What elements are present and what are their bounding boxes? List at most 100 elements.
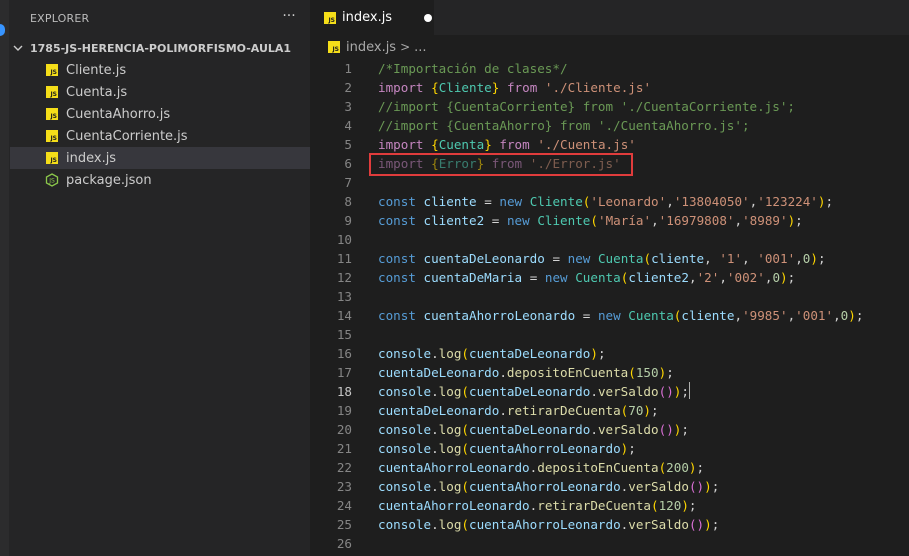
js-file-icon: JS: [324, 11, 336, 24]
code-line[interactable]: 19 cuentaDeLeonardo.retirarDeCuenta(70);: [310, 401, 909, 420]
code-line[interactable]: 22 cuentaAhorroLeonardo.depositoEnCuenta(…: [310, 458, 909, 477]
code-line[interactable]: 11 const cuentaDeLeonardo = new Cuenta(cl…: [310, 249, 909, 268]
code-line[interactable]: 3 //import {CuentaCorriente} from './Cuen…: [310, 97, 909, 116]
file-item-cliente[interactable]: JS Cliente.js: [10, 59, 310, 81]
explorer-title: EXPLORER: [30, 12, 90, 25]
line-number: 26: [336, 536, 352, 551]
code-line[interactable]: 26: [310, 534, 909, 553]
code-text: const cuentaDeLeonardo = new Cuenta(clie…: [378, 251, 826, 266]
code-text: console.log(cuentaDeLeonardo);: [378, 346, 606, 361]
code-line[interactable]: 18 console.log(cuentaDeLeonardo.verSaldo(…: [310, 382, 909, 401]
file-item-cuenta-corriente[interactable]: JS CuentaCorriente.js: [10, 125, 310, 147]
tab-bar: JS index.js: [310, 0, 909, 35]
js-file-icon: JS: [46, 108, 58, 120]
code-text: //import {CuentaCorriente} from './Cuent…: [378, 99, 796, 114]
line-number: 21: [336, 441, 352, 456]
code-text: cuentaDeLeonardo.retirarDeCuenta(70);: [378, 403, 659, 418]
code-line[interactable]: 17 cuentaDeLeonardo.depositoEnCuenta(150)…: [310, 363, 909, 382]
code-line[interactable]: 21 console.log(cuentaAhorroLeonardo);: [310, 439, 909, 458]
more-actions-icon[interactable]: ···: [279, 6, 299, 26]
line-number: 16: [336, 346, 352, 361]
code-text: const cuentaAhorroLeonardo = new Cuenta(…: [378, 308, 864, 323]
code-line[interactable]: 16 console.log(cuentaDeLeonardo);: [310, 344, 909, 363]
code-text: const cliente2 = new Cliente('María','16…: [378, 213, 803, 228]
code-line[interactable]: 25 console.log(cuentaAhorroLeonardo.verSa…: [310, 515, 909, 534]
breadcrumb-symbols[interactable]: ...: [414, 40, 426, 55]
code-line[interactable]: 4 //import {CuentaAhorro} from './CuentaA…: [310, 116, 909, 135]
code-line[interactable]: 2 import {Cliente} from './Cliente.js': [310, 78, 909, 97]
code-line[interactable]: 5 import {Cuenta} from './Cuenta.js': [310, 135, 909, 154]
code-line[interactable]: 7: [310, 173, 909, 192]
code-text: console.log(cuentaAhorroLeonardo.verSald…: [378, 479, 720, 494]
code-line[interactable]: 8 const cliente = new Cliente('Leonardo',…: [310, 192, 909, 211]
text-cursor: [688, 382, 690, 399]
file-item-package-json[interactable]: JS package.json: [10, 169, 310, 191]
line-number: 8: [344, 194, 352, 209]
js-file-icon: JS: [328, 41, 340, 53]
code-line[interactable]: 14 const cuentaAhorroLeonardo = new Cuent…: [310, 306, 909, 325]
code-text: console.log(cuentaDeLeonardo.verSaldo())…: [378, 382, 690, 399]
chevron-down-icon: [13, 45, 23, 51]
line-number: 18: [336, 384, 352, 399]
code-line[interactable]: 24 cuentaAhorroLeonardo.retirarDeCuenta(1…: [310, 496, 909, 515]
code-text: const cuentaDeMaria = new Cuenta(cliente…: [378, 270, 796, 285]
code-line[interactable]: 20 console.log(cuentaDeLeonardo.verSaldo(…: [310, 420, 909, 439]
line-number: 10: [336, 232, 352, 247]
code-text: console.log(cuentaAhorroLeonardo.verSald…: [378, 517, 720, 532]
code-text: cuentaDeLeonardo.depositoEnCuenta(150);: [378, 365, 674, 380]
file-label: package.json: [66, 172, 152, 188]
code-line[interactable]: 10: [310, 230, 909, 249]
line-number: 22: [336, 460, 352, 475]
file-label: index.js: [66, 150, 117, 166]
breadcrumb: JS index.js > ...: [310, 37, 427, 57]
line-number: 11: [336, 251, 352, 266]
code-line[interactable]: 23 console.log(cuentaAhorroLeonardo.verSa…: [310, 477, 909, 496]
line-number: 1: [344, 61, 352, 76]
code-line[interactable]: 6 import {Error} from './Error.js': [310, 154, 909, 173]
line-number: 5: [344, 137, 352, 152]
line-number: 20: [336, 422, 352, 437]
code-line[interactable]: 9 const cliente2 = new Cliente('María','1…: [310, 211, 909, 230]
code-line[interactable]: 15: [310, 325, 909, 344]
js-file-icon: JS: [46, 130, 58, 142]
js-file-icon: JS: [46, 64, 58, 76]
line-number: 4: [344, 118, 352, 133]
file-item-cuenta-ahorro[interactable]: JS CuentaAhorro.js: [10, 103, 310, 125]
activity-bar-edge: [0, 0, 9, 556]
file-item-index[interactable]: JS index.js: [10, 147, 310, 169]
explorer-sidebar: EXPLORER ··· 1785-JS-HERENCIA-POLIMORFIS…: [0, 0, 310, 556]
code-text: cuentaAhorroLeonardo.retirarDeCuenta(120…: [378, 498, 697, 513]
line-number: 15: [336, 327, 352, 342]
file-item-cuenta[interactable]: JS Cuenta.js: [10, 81, 310, 103]
line-number: 9: [344, 213, 352, 228]
line-number: 13: [336, 289, 352, 304]
code-line[interactable]: 13: [310, 287, 909, 306]
code-text: import {Error} from './Error.js': [378, 156, 621, 171]
unsaved-dot-icon[interactable]: [424, 13, 433, 22]
nodejs-icon: JS: [45, 173, 59, 187]
line-number: 2: [344, 80, 352, 95]
code-text: console.log(cuentaDeLeonardo.verSaldo())…: [378, 422, 689, 437]
tab-index-js[interactable]: JS index.js: [310, 0, 434, 35]
line-number: 6: [344, 156, 352, 171]
code-text: console.log(cuentaAhorroLeonardo);: [378, 441, 636, 456]
folder-root[interactable]: 1785-JS-HERENCIA-POLIMORFISMO-AULA1: [10, 37, 310, 59]
code-text: import {Cuenta} from './Cuenta.js': [378, 137, 636, 152]
breadcrumb-separator: >: [400, 40, 411, 54]
file-label: CuentaAhorro.js: [66, 106, 171, 122]
js-file-icon: JS: [46, 152, 58, 164]
breadcrumb-file[interactable]: index.js: [346, 40, 396, 55]
line-number: 7: [344, 175, 352, 190]
code-text: import {Cliente} from './Cliente.js': [378, 80, 652, 95]
tab-label: index.js: [342, 10, 393, 25]
js-file-icon: JS: [46, 86, 58, 98]
code-editor[interactable]: 1 /*Importación de clases*/ 2 import {Clien…: [310, 57, 909, 556]
code-line[interactable]: 1 /*Importación de clases*/: [310, 59, 909, 78]
line-number: 25: [336, 517, 352, 532]
line-number: 3: [344, 99, 352, 114]
code-line[interactable]: 12 const cuentaDeMaria = new Cuenta(clien…: [310, 268, 909, 287]
folder-name: 1785-JS-HERENCIA-POLIMORFISMO-AULA1: [30, 41, 292, 55]
file-label: CuentaCorriente.js: [66, 128, 188, 144]
code-text: //import {CuentaAhorro} from './CuentaAh…: [378, 118, 750, 133]
code-text: /*Importación de clases*/: [378, 61, 568, 76]
